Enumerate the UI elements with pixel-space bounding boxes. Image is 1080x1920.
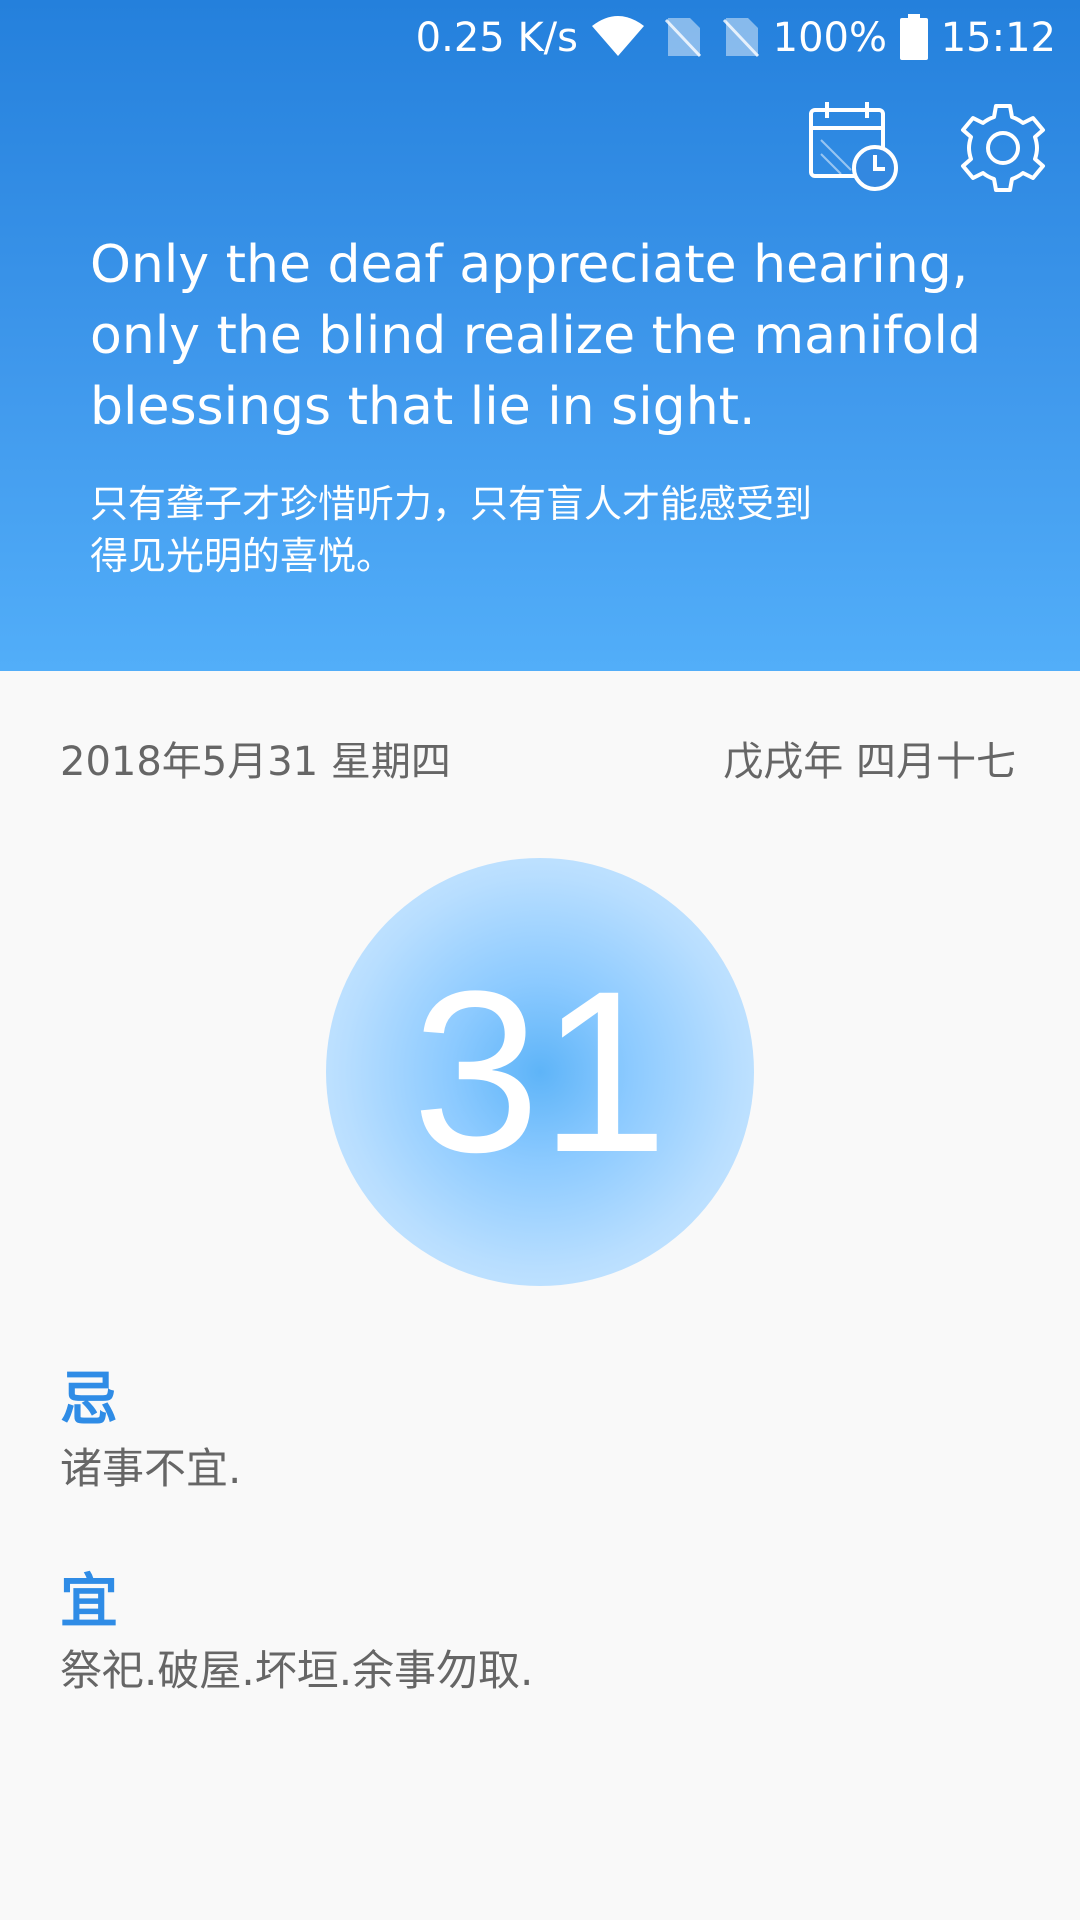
suitable-label: 宜 bbox=[60, 1567, 119, 1635]
battery-percent: 100% bbox=[772, 15, 887, 61]
clock: 15:12 bbox=[940, 15, 1056, 61]
suitable-text: 祭祀.破屋.坏垣.余事勿取. bbox=[60, 1646, 534, 1695]
no-sim-icon bbox=[664, 18, 702, 58]
quote-chinese: 只有聋子才珍惜听力，只有盲人才能感受到 得见光明的喜悦。 bbox=[90, 482, 813, 578]
status-bar: 0.25 K/s 100% 15:12 bbox=[0, 0, 1080, 76]
quote-english: Only the deaf appreciate hearing, only t… bbox=[90, 235, 981, 437]
settings-button[interactable] bbox=[955, 100, 1051, 196]
no-sim-icon bbox=[722, 18, 760, 58]
calendar-clock-icon bbox=[809, 102, 898, 191]
avoid-label: 忌 bbox=[60, 1365, 119, 1433]
gear-icon bbox=[961, 104, 1045, 192]
battery-full-icon bbox=[900, 14, 928, 60]
day-number: 31 bbox=[412, 943, 668, 1200]
wifi-icon bbox=[592, 16, 644, 56]
avoid-text: 诸事不宜. bbox=[60, 1444, 242, 1493]
quote-header: 0.25 K/s 100% 15:12 Only the deaf apprec… bbox=[0, 0, 1080, 671]
network-speed: 0.25 K/s bbox=[415, 15, 578, 61]
day-circle: 31 bbox=[326, 858, 754, 1286]
lunar-date: 戊戌年 四月十七 bbox=[723, 739, 1016, 785]
calendar-history-button[interactable] bbox=[805, 98, 905, 194]
gregorian-date: 2018年5月31 星期四 bbox=[60, 739, 451, 785]
